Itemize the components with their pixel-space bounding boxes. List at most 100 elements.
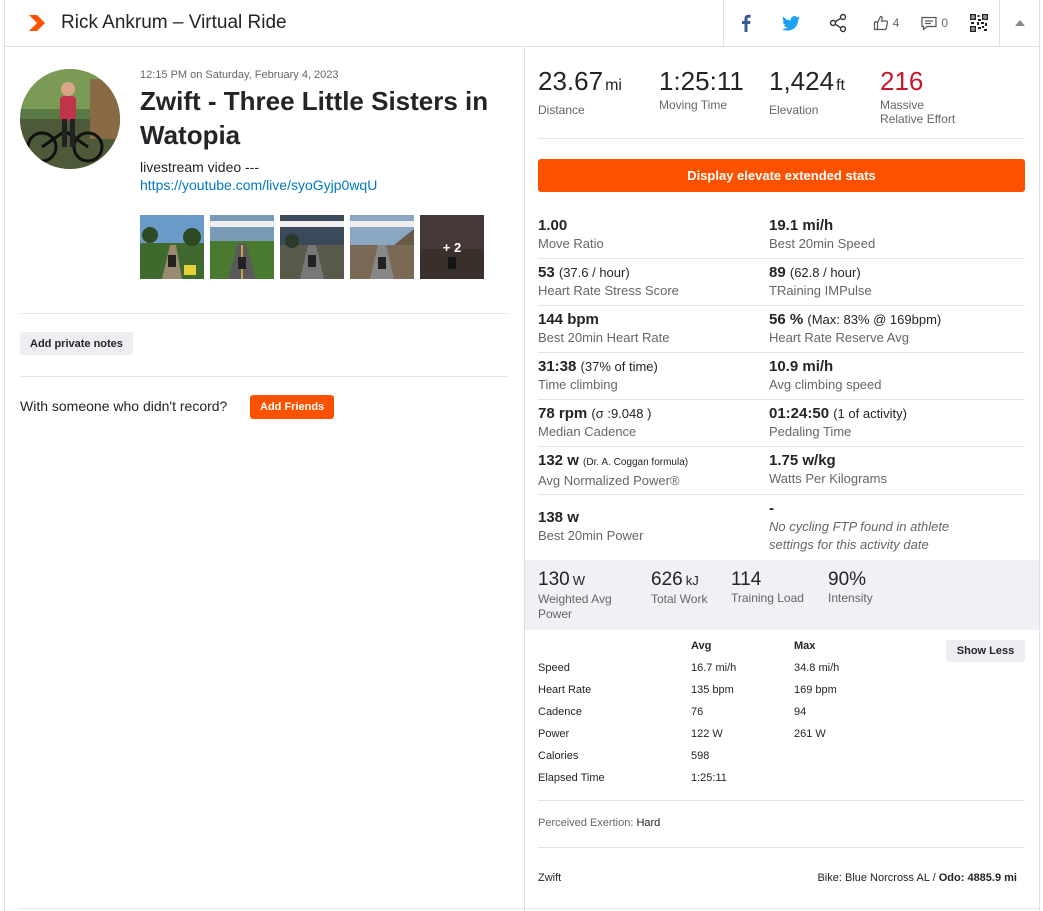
qr-code-icon	[970, 14, 988, 32]
photo-thumbnail[interactable]	[350, 215, 414, 279]
stats-divider	[538, 494, 1025, 495]
display-extended-stats-button[interactable]: Display elevate extended stats	[538, 159, 1025, 192]
row-avg: 1:25:11	[691, 772, 727, 784]
training-load-stat: 114 Training Load	[731, 569, 804, 606]
hrss-label: Heart Rate Stress Score	[538, 283, 679, 298]
move-ratio-value: 1.00	[538, 217, 568, 234]
best-20min-speed-cell: 19.1 mi/h Best 20min Speed	[769, 217, 1019, 253]
kudos-count: 4	[892, 16, 900, 30]
activity-timestamp: 12:15 PM on Saturday, February 4, 2023	[140, 69, 339, 81]
trimp-per-hour: (62.8 / hour)	[789, 265, 861, 280]
photo-thumbnail-more[interactable]: + 2	[420, 215, 484, 279]
description-text: livestream video ---	[140, 159, 260, 175]
best-20min-hr-label: Best 20min Heart Rate	[538, 330, 670, 345]
hr-reserve-max: (Max: 83% @ 169bpm)	[807, 312, 942, 327]
elevation-unit: ft	[836, 77, 845, 94]
pedaling-time-cell: 01:24:50 (1 of activity) Pedaling Time	[769, 405, 1019, 441]
moving-time-value: 1:25:11	[659, 66, 744, 96]
row-max: 261 W	[794, 728, 826, 740]
normalized-power-value: 132 w	[538, 452, 579, 469]
left-divider	[20, 376, 508, 377]
row-avg: 16.7 mi/h	[691, 662, 737, 674]
weighted-power-unit: W	[572, 573, 585, 588]
median-cadence-label: Median Cadence	[538, 424, 637, 439]
intensity-value: 90%	[828, 569, 867, 590]
share-button[interactable]	[814, 0, 862, 46]
trimp-value: 89	[769, 264, 786, 281]
stat-distance: 23.67 mi Distance	[538, 66, 622, 117]
photo-thumbnail[interactable]	[140, 215, 204, 279]
perceived-exertion-value: Hard	[636, 817, 661, 829]
training-load-label: Training Load	[731, 591, 804, 605]
bike-name: Bike: Blue Norcross AL /	[817, 872, 936, 884]
pedaling-time-ratio: (1 of activity)	[833, 406, 907, 421]
stat-relative-effort[interactable]: 216 Massive Relative Effort	[880, 66, 955, 126]
hr-reserve-cell: 56 % (Max: 83% @ 169bpm) Heart Rate Rese…	[769, 311, 1019, 347]
cadence-sigma: (σ :9.048 )	[591, 406, 652, 421]
normalized-power-label: Avg Normalized Power®	[538, 473, 680, 488]
header-actions: 4 0	[722, 0, 1039, 46]
photo-thumbnail[interactable]	[280, 215, 344, 279]
zwift-screenshot-image	[280, 215, 344, 279]
left-divider	[20, 313, 508, 314]
median-cadence-cell: 78 rpm (σ :9.048 ) Median Cadence	[538, 405, 788, 441]
hrss-per-hour: (37.6 / hour)	[558, 265, 630, 280]
show-less-button[interactable]: Show Less	[946, 640, 1025, 662]
add-private-notes-button[interactable]: Add private notes	[20, 332, 133, 355]
row-avg: 76	[691, 706, 704, 718]
youtube-link[interactable]: https://youtube.com/live/syoGyjp0wqU	[140, 176, 377, 194]
facebook-share-button[interactable]	[724, 0, 768, 46]
table-header-max: Max	[794, 640, 816, 652]
row-label: Elapsed Time	[538, 772, 605, 784]
qr-code-button[interactable]	[959, 0, 999, 46]
photo-thumbnail[interactable]	[210, 215, 274, 279]
total-work-value: 626	[651, 569, 683, 590]
comment-button[interactable]: 0	[910, 0, 959, 46]
watts-per-kg-label: Watts Per Kilograms	[769, 471, 887, 486]
add-friends-button[interactable]: Add Friends	[250, 395, 335, 419]
zwift-screenshot-image	[350, 215, 414, 279]
stats-divider	[538, 446, 1025, 447]
athlete-avatar[interactable]	[20, 69, 120, 169]
more-photos-count: + 2	[420, 215, 484, 279]
move-ratio-cell: 1.00 Move Ratio	[538, 217, 788, 253]
trimp-label: TRaining IMPulse	[769, 283, 872, 298]
elevation-value: 1,424	[769, 66, 835, 96]
pedaling-time-value: 01:24:50	[769, 405, 830, 422]
row-label: Heart Rate	[538, 684, 592, 696]
total-work-stat: 626 kJ Total Work	[651, 569, 707, 607]
time-climbing-cell: 31:38 (37% of time) Time climbing	[538, 358, 788, 394]
caret-up-icon	[1014, 20, 1025, 26]
share-icon	[829, 13, 846, 33]
comment-icon	[921, 16, 937, 31]
row-max: 94	[794, 706, 807, 718]
summary-divider	[538, 138, 1025, 139]
stats-divider	[538, 352, 1025, 353]
time-climbing-label: Time climbing	[538, 377, 618, 392]
table-divider	[538, 800, 1025, 801]
weighted-power-stat: 130 W Weighted Avg Power	[538, 569, 612, 622]
kudos-button[interactable]: 4	[862, 0, 911, 46]
watts-per-kg-value: 1.75 w/kg	[769, 452, 836, 469]
pedaling-time-label: Pedaling Time	[769, 424, 852, 439]
page-title: Rick Ankrum – Virtual Ride	[61, 12, 287, 33]
row-max: 34.8 mi/h	[794, 662, 840, 674]
climbing-speed-value: 10.9 mi/h	[769, 358, 834, 375]
facebook-icon	[741, 14, 751, 32]
strava-chevron-icon	[29, 15, 45, 31]
weighted-power-value: 130	[538, 569, 570, 590]
ftp-cell: - No cycling FTP found in athlete settin…	[769, 500, 1019, 554]
time-climbing-percent: (37% of time)	[580, 359, 658, 374]
zwift-screenshot-image	[140, 215, 204, 279]
weighted-power-label-1: Weighted Avg	[538, 592, 612, 606]
collapse-header-button[interactable]	[999, 0, 1039, 46]
footer-divider	[538, 847, 1025, 848]
best-20min-speed-label: Best 20min Speed	[769, 236, 876, 251]
normalized-power-formula: (Dr. A. Coggan formula)	[583, 457, 689, 468]
table-header-avg: Avg	[691, 640, 712, 652]
row-avg: 122 W	[691, 728, 723, 740]
ftp-value: -	[769, 500, 774, 517]
climbing-speed-label: Avg climbing speed	[769, 377, 882, 392]
stats-divider	[538, 305, 1025, 306]
twitter-share-button[interactable]	[768, 0, 814, 46]
